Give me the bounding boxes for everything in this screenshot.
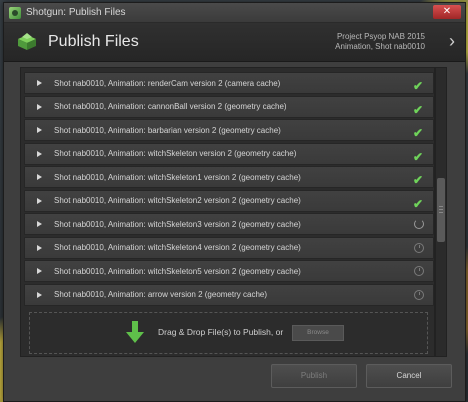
publish-button[interactable]: Publish (271, 364, 357, 388)
download-arrow-icon (126, 321, 144, 343)
publish-item-row[interactable]: Shot nab0010, Animation: witchSkeleton3 … (24, 213, 434, 235)
expand-arrow-icon[interactable] (37, 127, 42, 133)
drop-zone[interactable]: Drag & Drop File(s) to Publish, or Brows… (29, 312, 428, 354)
pending-clock-icon (413, 289, 425, 301)
checkmark-icon: ✔ (413, 126, 424, 140)
expand-arrow-icon[interactable] (37, 197, 42, 204)
publish-item-row[interactable]: Shot nab0010, Animation: cannonBall vers… (24, 95, 434, 118)
publish-item-label: Shot nab0010, Animation: witchSkeleton v… (54, 149, 297, 158)
publish-items-list: Shot nab0010, Animation: renderCam versi… (20, 67, 435, 357)
checkmark-icon: ✔ (413, 149, 424, 164)
expand-arrow-icon[interactable] (37, 80, 42, 86)
publish-item-row[interactable]: Shot nab0010, Animation: renderCam versi… (24, 72, 434, 94)
publish-item-label: Shot nab0010, Animation: witchSkeleton5 … (54, 266, 301, 276)
list-scrollbar[interactable] (435, 67, 447, 357)
publish-item-label: Shot nab0010, Animation: witchSkeleton3 … (54, 219, 301, 229)
expand-arrow-icon[interactable] (37, 221, 42, 227)
grip-line (439, 209, 443, 210)
pending-clock-icon (413, 265, 425, 277)
close-button[interactable]: ✕ (433, 5, 461, 19)
checkmark-icon: ✔ (413, 102, 424, 117)
publish-item-label: Shot nab0010, Animation: arrow version 2… (54, 290, 268, 299)
expand-arrow-icon[interactable] (37, 150, 42, 157)
publish-item-row[interactable]: Shot nab0010, Animation: arrow version 2… (24, 283, 434, 306)
cancel-button[interactable]: Cancel (366, 364, 452, 388)
expand-arrow-icon[interactable] (37, 268, 42, 274)
chevron-right-icon[interactable]: › (449, 31, 455, 52)
grip-line (439, 212, 443, 213)
publish-item-row[interactable]: Shot nab0010, Animation: witchSkeleton v… (24, 142, 434, 165)
publish-item-row[interactable]: Shot nab0010, Animation: barbarian versi… (24, 119, 434, 141)
spinner-icon (413, 218, 425, 230)
context-entity: Animation, Shot nab0010 (335, 42, 425, 51)
publish-item-row[interactable]: Shot nab0010, Animation: witchSkeleton2 … (24, 189, 434, 212)
publish-item-label: Shot nab0010, Animation: renderCam versi… (54, 78, 281, 88)
publish-dialog: Shotgun: Publish Files ✕ Publish Files P… (3, 2, 466, 402)
window-title: Shotgun: Publish Files (26, 7, 126, 18)
publish-item-label: Shot nab0010, Animation: witchSkeleton2 … (54, 196, 301, 205)
publish-item-row[interactable]: Shot nab0010, Animation: witchSkeleton5 … (24, 260, 434, 282)
shotgun-app-icon (9, 6, 21, 19)
publish-item-row[interactable]: Shot nab0010, Animation: witchSkeleton1 … (24, 166, 434, 188)
expand-arrow-icon[interactable] (37, 174, 42, 180)
grip-line (439, 206, 443, 207)
checkmark-icon: ✔ (413, 173, 424, 187)
pending-clock-icon (413, 242, 425, 254)
expand-arrow-icon[interactable] (37, 244, 42, 251)
scrollbar-thumb[interactable] (437, 178, 445, 242)
publish-item-label: Shot nab0010, Animation: barbarian versi… (54, 125, 281, 135)
context-info: Project Psyop NAB 2015 Animation, Shot n… (335, 32, 425, 52)
expand-arrow-icon[interactable] (37, 291, 42, 298)
title-bar[interactable]: Shotgun: Publish Files ✕ (4, 3, 465, 23)
publish-box-icon (18, 33, 36, 50)
publish-item-label: Shot nab0010, Animation: cannonBall vers… (54, 102, 287, 111)
page-title: Publish Files (48, 33, 139, 50)
publish-item-row[interactable]: Shot nab0010, Animation: witchSkeleton4 … (24, 236, 434, 259)
expand-arrow-icon[interactable] (37, 103, 42, 110)
publish-item-label: Shot nab0010, Animation: witchSkeleton1 … (54, 172, 301, 182)
drop-zone-text: Drag & Drop File(s) to Publish, or (158, 327, 284, 337)
dialog-header: Publish Files Project Psyop NAB 2015 Ani… (4, 23, 465, 62)
publish-item-label: Shot nab0010, Animation: witchSkeleton4 … (54, 243, 301, 252)
project-name: Project Psyop NAB 2015 (336, 32, 425, 41)
checkmark-icon: ✔ (413, 79, 424, 93)
browse-button[interactable]: Browse (292, 325, 344, 341)
checkmark-icon: ✔ (413, 196, 424, 211)
